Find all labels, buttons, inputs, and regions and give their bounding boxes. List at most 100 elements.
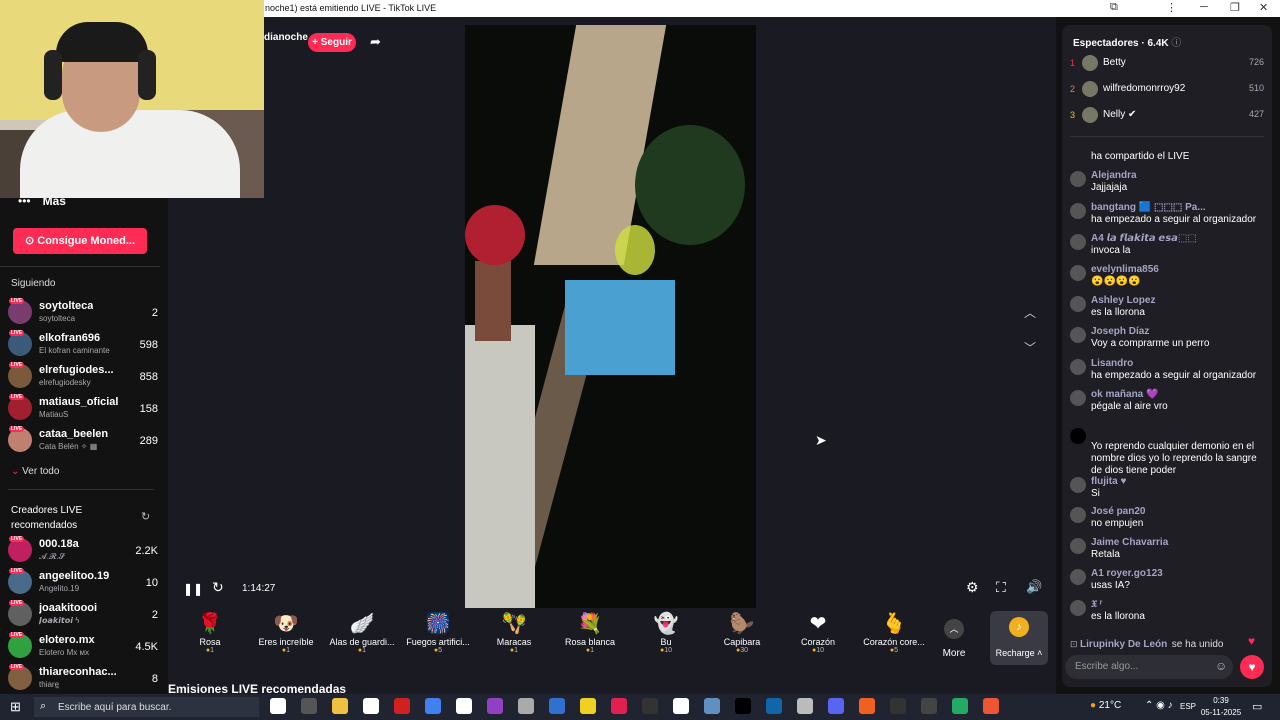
- chat-username[interactable]: A4 𝙡𝙖 𝙛𝙡𝙖𝙠𝙞𝙩𝙖 𝙚𝙨𝙖⬚⬚: [1091, 233, 1197, 244]
- recharge-button[interactable]: ♪ Recharge ˄: [990, 611, 1048, 665]
- share-icon[interactable]: ➦: [370, 34, 381, 50]
- tray-icons[interactable]: ⌃ ◉ ♪: [1145, 700, 1173, 711]
- taskbar-app-icon[interactable]: [828, 698, 844, 714]
- gift-item[interactable]: 🫰 Corazón core... ●5: [856, 611, 932, 667]
- get-coins-button[interactable]: ⊙ Consigue Moned...: [13, 228, 147, 254]
- chat-username[interactable]: flujita ♥: [1091, 476, 1126, 487]
- language[interactable]: ESP: [1180, 702, 1196, 711]
- gift-item[interactable]: 🐶 Eres increíble ●1: [248, 611, 324, 667]
- chevron-up-icon[interactable]: ︿: [944, 619, 964, 639]
- taskbar-app-icon[interactable]: [487, 698, 503, 714]
- taskbar-app-icon[interactable]: [363, 698, 379, 714]
- windows-start-icon[interactable]: ⊞: [10, 699, 21, 715]
- top-viewer-row[interactable]: 3 Nelly ✔ 427: [1070, 107, 1264, 127]
- gift-item[interactable]: 🎆 Fuegos artifici... ●5: [400, 611, 476, 667]
- taskbar-app-icon[interactable]: [673, 698, 689, 714]
- chat-input[interactable]: Escribe algo... ☺: [1065, 655, 1233, 679]
- gift-item[interactable]: 👻 Bu ●10: [628, 611, 704, 667]
- following-item[interactable]: LIVE elkofran696 El kofran caminante 598: [8, 330, 158, 360]
- chat-username[interactable]: ok mañana 💜: [1091, 389, 1158, 400]
- gift-item[interactable]: ❤ Corazón ●10: [780, 611, 856, 667]
- like-button[interactable]: ♥: [1240, 655, 1264, 679]
- chevron-up-icon[interactable]: ︿: [1024, 304, 1036, 321]
- taskbar-app-icon[interactable]: [921, 698, 937, 714]
- taskbar-app-icon[interactable]: [456, 698, 472, 714]
- kebab-menu-icon[interactable]: ⋮: [1166, 1, 1177, 14]
- chat-username[interactable]: Joseph Díaz: [1091, 326, 1149, 337]
- channel-subtitle: thiare͟͟: [39, 680, 60, 689]
- taskbar-app-icon[interactable]: [735, 698, 751, 714]
- channel-name: 000.18a: [39, 538, 79, 550]
- settings-icon[interactable]: ⚙: [966, 579, 979, 596]
- clock[interactable]: 0:39 05-11-2025: [1198, 695, 1244, 719]
- reload-icon[interactable]: ↻: [212, 579, 224, 596]
- restore-button[interactable]: ❐: [1230, 1, 1240, 14]
- following-item[interactable]: LIVE soytolteca soytolteca 2: [8, 298, 158, 328]
- close-button[interactable]: ✕: [1259, 1, 1268, 14]
- following-item[interactable]: LIVE matiaus_oficial MatiauS 158: [8, 394, 158, 424]
- gift-item[interactable]: 🦫 Capibara ●30: [704, 611, 780, 667]
- following-item[interactable]: LIVE elrefugiodes... elrefugiodesky 858: [8, 362, 158, 392]
- gift-price: ●1: [205, 647, 215, 654]
- taskbar-search[interactable]: ⌕ Escribe aquí para buscar.: [34, 697, 259, 717]
- gifts-more-button[interactable]: More: [933, 648, 975, 659]
- taskbar-app-icon[interactable]: [425, 698, 441, 714]
- chat-username[interactable]: Jaime Chavarria: [1091, 537, 1168, 548]
- taskbar-app-icon[interactable]: [518, 698, 534, 714]
- recommended-item[interactable]: LIVE 000.18a 𝓐.𝓡.𝓢 2.2K: [8, 536, 158, 566]
- taskbar-app-icon[interactable]: [270, 698, 286, 714]
- refresh-icon[interactable]: ↻: [141, 510, 150, 523]
- notifications-icon[interactable]: ▭: [1252, 700, 1262, 713]
- see-all-link[interactable]: ⌄ Ver todo: [11, 466, 59, 477]
- emoji-icon[interactable]: ☺: [1215, 659, 1227, 673]
- recommended-item[interactable]: LIVE elotero.mx Elotero Mx ᴍx 4.5K: [8, 632, 158, 662]
- gift-item[interactable]: 🌹 Rosa ●1: [172, 611, 248, 667]
- taskbar-app-icon[interactable]: [642, 698, 658, 714]
- chat-username[interactable]: evelynlima856: [1091, 264, 1159, 275]
- following-item[interactable]: LIVE cataa_beelen Cata Belén ✧ ▦ 289: [8, 426, 158, 456]
- webcam-overlay: [0, 0, 264, 198]
- taskbar-app-icon[interactable]: [766, 698, 782, 714]
- recommended-item[interactable]: LIVE thiareconhac... thiare͟͟ 8: [8, 664, 158, 694]
- taskbar-app-icon[interactable]: [301, 698, 317, 714]
- minimize-button[interactable]: ─: [1200, 1, 1208, 13]
- live-badge: LIVE: [9, 632, 25, 638]
- chat-username[interactable]: A1 royer.go123: [1091, 568, 1163, 579]
- fullscreen-icon[interactable]: ⛶: [996, 579, 1006, 596]
- taskbar-app-icon[interactable]: [952, 698, 968, 714]
- taskbar-app-icon[interactable]: [549, 698, 565, 714]
- chat-username[interactable]: Alejandra: [1091, 170, 1137, 181]
- taskbar-app-icon[interactable]: [797, 698, 813, 714]
- taskbar-app-icon[interactable]: [983, 698, 999, 714]
- recommended-item[interactable]: LIVE joaakitoooi 𝙅𝙤𝙖𝙠𝙞𝙩𝙤𝙞 ϟ 2: [8, 600, 158, 630]
- top-viewer-row[interactable]: 2 wilfredomonrroy92 510: [1070, 81, 1264, 101]
- top-viewer-row[interactable]: 1 Betty 726: [1070, 55, 1264, 75]
- host-name[interactable]: dianoche: [264, 32, 308, 43]
- taskbar-app-icon[interactable]: [611, 698, 627, 714]
- taskbar-app-icon[interactable]: [859, 698, 875, 714]
- weather[interactable]: ● 21°C: [1090, 700, 1121, 711]
- info-icon: ⓘ: [1171, 38, 1182, 49]
- pause-button[interactable]: ❚❚: [183, 582, 203, 596]
- chat-username[interactable]: Lisandro: [1091, 358, 1133, 369]
- chat-username[interactable]: bangtang 🟦 ⬚⬚⬚ Pa...: [1091, 202, 1206, 213]
- chevron-down-icon[interactable]: ﹀: [1024, 339, 1036, 356]
- extensions-icon[interactable]: ⧉: [1110, 1, 1118, 14]
- follow-button[interactable]: + Seguir: [308, 33, 356, 52]
- chat-username[interactable]: Ashley Lopez: [1091, 295, 1155, 306]
- avatar: [1070, 327, 1086, 343]
- chat-text: Retala: [1091, 549, 1120, 560]
- taskbar-app-icon[interactable]: [704, 698, 720, 714]
- gift-item[interactable]: 🪇 Maracas ●1: [476, 611, 552, 667]
- taskbar-app-icon[interactable]: [890, 698, 906, 714]
- chat-username[interactable]: José pan20: [1091, 506, 1145, 517]
- taskbar-app-icon[interactable]: [394, 698, 410, 714]
- volume-icon[interactable]: 🔊: [1026, 579, 1042, 595]
- recommended-item[interactable]: LIVE angeelitoo.19 Angelito.19 10: [8, 568, 158, 598]
- taskbar-app-icon[interactable]: [580, 698, 596, 714]
- chat-username[interactable]: 𝔛 ʳ: [1091, 599, 1102, 610]
- gift-item[interactable]: 🪽 Alas de guardi... ●1: [324, 611, 400, 667]
- taskbar-app-icon[interactable]: [332, 698, 348, 714]
- gift-item[interactable]: 💐 Rosa blanca ●1: [552, 611, 628, 667]
- chat-text: 😮😮😮😮: [1091, 276, 1141, 287]
